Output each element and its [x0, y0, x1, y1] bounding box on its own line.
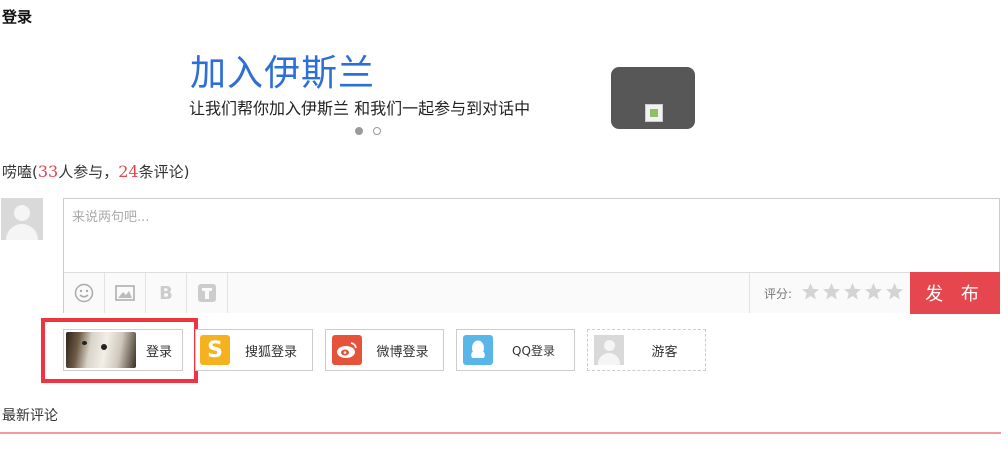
participants-suffix: 人参与， [58, 163, 119, 181]
page-title: 登录 [2, 8, 33, 26]
participant-count: 33 [37, 162, 59, 181]
weibo-icon [332, 335, 362, 365]
banner-pagination [355, 127, 381, 135]
broken-image-icon [645, 104, 663, 122]
comment-input[interactable] [64, 199, 999, 273]
publish-button[interactable]: 发 布 [910, 272, 1000, 314]
bold-icon[interactable]: B [146, 273, 187, 313]
comments-suffix: 条评论) [138, 163, 190, 181]
comment-box: B 评分: 发 布 [63, 198, 1000, 314]
avatar-head [14, 205, 30, 221]
latest-divider [0, 432, 1001, 434]
rating-label: 评分: [764, 287, 793, 301]
latest-comments-title: 最新评论 [2, 408, 58, 424]
sohu-login-label: 搜狐登录 [244, 344, 297, 360]
banner-dot-2[interactable] [373, 127, 381, 135]
qq-login-button[interactable]: QQ登录 [456, 329, 575, 371]
guest-label: 游客 [651, 344, 678, 360]
star-icon[interactable] [864, 282, 883, 301]
banner-image[interactable] [611, 67, 695, 129]
guest-avatar-icon [594, 335, 624, 365]
highlight-box [41, 318, 198, 383]
guest-login-button[interactable]: 游客 [587, 329, 706, 371]
star-icon[interactable] [885, 282, 904, 301]
stats-prefix: 唠嗑( [2, 163, 38, 181]
qq-login-label: QQ登录 [512, 343, 555, 358]
user-avatar [1, 198, 43, 240]
text-icon[interactable] [187, 273, 228, 313]
banner-dot-1[interactable] [355, 127, 363, 135]
qq-icon [463, 335, 493, 365]
weibo-login-label: 微博登录 [376, 344, 429, 360]
star-icon[interactable] [801, 282, 820, 301]
smiley-icon[interactable] [64, 273, 105, 313]
avatar-body [6, 224, 38, 240]
rating-stars [801, 282, 904, 301]
star-icon[interactable] [822, 282, 841, 301]
sohu-icon: S [200, 335, 230, 365]
comment-toolbar: B 评分: 发 布 [64, 272, 1000, 314]
sohu-login-button[interactable]: S 搜狐登录 [195, 329, 313, 371]
star-icon[interactable] [843, 282, 862, 301]
comment-count: 24 [118, 162, 139, 181]
discussion-stats: 唠嗑(33人参与，24条评论) [2, 162, 189, 182]
banner-subtitle: 让我们帮你加入伊斯兰 和我们一起参与到对话中 [189, 99, 531, 118]
banner-title[interactable]: 加入伊斯兰 [190, 52, 375, 96]
weibo-login-button[interactable]: 微博登录 [325, 329, 444, 371]
image-icon[interactable] [105, 273, 146, 313]
